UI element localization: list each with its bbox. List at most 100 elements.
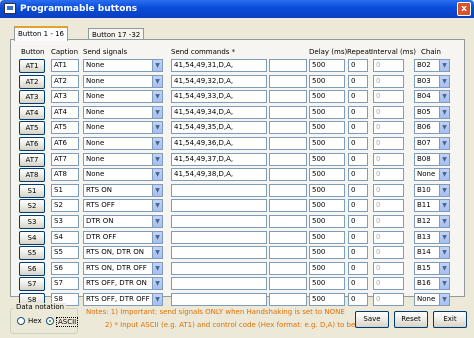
delay-field[interactable]: 500 bbox=[309, 246, 345, 260]
program-button[interactable]: AT8 bbox=[19, 168, 45, 183]
send-signal-select[interactable]: None ▼ bbox=[83, 137, 163, 150]
chevron-down-icon[interactable]: ▼ bbox=[152, 138, 162, 149]
send-signal-select[interactable]: RTS ON, DTR OFF ▼ bbox=[83, 261, 163, 275]
send-command-field[interactable]: 41,54,49,31,D,A, bbox=[171, 59, 267, 72]
chain-select[interactable]: B07 ▼ bbox=[414, 137, 450, 150]
chain-select[interactable]: B16 ▼ bbox=[414, 277, 450, 291]
chain-select[interactable]: B06 ▼ bbox=[414, 121, 450, 135]
program-button[interactable]: S2 bbox=[19, 199, 45, 214]
send-signal-select[interactable]: None ▼ bbox=[83, 59, 163, 72]
program-button[interactable]: AT7 bbox=[19, 152, 45, 167]
command-extra-field[interactable] bbox=[269, 277, 307, 291]
chevron-down-icon[interactable]: ▼ bbox=[152, 200, 162, 212]
chevron-down-icon[interactable]: ▼ bbox=[439, 106, 449, 118]
chain-select[interactable]: B15 ▼ bbox=[414, 261, 450, 275]
command-extra-field[interactable] bbox=[269, 137, 307, 150]
repeat-field[interactable]: 0 bbox=[348, 121, 368, 135]
chevron-down-icon[interactable]: ▼ bbox=[152, 294, 162, 305]
send-command-field[interactable]: 41,54,49,33,D,A, bbox=[171, 90, 267, 104]
chevron-down-icon[interactable]: ▼ bbox=[439, 60, 449, 71]
program-button[interactable]: AT3 bbox=[19, 90, 45, 105]
chevron-down-icon[interactable]: ▼ bbox=[152, 122, 162, 134]
caption-field[interactable]: AT4 bbox=[51, 105, 79, 119]
chain-select[interactable]: B14 ▼ bbox=[414, 246, 450, 260]
chevron-down-icon[interactable]: ▼ bbox=[439, 294, 449, 305]
chain-select[interactable]: B02 ▼ bbox=[414, 59, 450, 72]
chevron-down-icon[interactable]: ▼ bbox=[439, 247, 449, 259]
delay-field[interactable]: 500 bbox=[309, 261, 345, 275]
ascii-radio-label[interactable]: ASCII bbox=[56, 317, 79, 327]
program-button[interactable]: S4 bbox=[19, 230, 45, 245]
exit-button[interactable]: Exit bbox=[433, 311, 467, 328]
chain-select[interactable]: B03 ▼ bbox=[414, 74, 450, 88]
chevron-down-icon[interactable]: ▼ bbox=[152, 106, 162, 118]
program-button[interactable]: AT5 bbox=[19, 121, 45, 136]
send-signal-select[interactable]: RTS OFF, DTR OFF ▼ bbox=[83, 293, 163, 306]
command-extra-field[interactable] bbox=[269, 215, 307, 228]
chain-select[interactable]: B11 ▼ bbox=[414, 199, 450, 213]
chevron-down-icon[interactable]: ▼ bbox=[152, 247, 162, 259]
chain-select[interactable]: B10 ▼ bbox=[414, 183, 450, 197]
chevron-down-icon[interactable]: ▼ bbox=[152, 60, 162, 71]
chevron-down-icon[interactable]: ▼ bbox=[152, 231, 162, 243]
chevron-down-icon[interactable]: ▼ bbox=[439, 231, 449, 243]
delay-field[interactable]: 500 bbox=[309, 152, 345, 166]
caption-field[interactable]: AT5 bbox=[51, 121, 79, 135]
ascii-radio[interactable] bbox=[46, 317, 54, 325]
send-signal-select[interactable]: None ▼ bbox=[83, 74, 163, 88]
send-signal-select[interactable]: DTR OFF ▼ bbox=[83, 230, 163, 244]
caption-field[interactable]: AT8 bbox=[51, 168, 79, 182]
chevron-down-icon[interactable]: ▼ bbox=[439, 200, 449, 212]
repeat-field[interactable]: 0 bbox=[348, 152, 368, 166]
program-button[interactable]: AT6 bbox=[19, 137, 45, 151]
chain-select[interactable]: B13 ▼ bbox=[414, 230, 450, 244]
send-signal-select[interactable]: RTS OFF ▼ bbox=[83, 199, 163, 213]
chain-select[interactable]: None ▼ bbox=[414, 168, 450, 182]
send-signal-select[interactable]: None ▼ bbox=[83, 105, 163, 119]
delay-field[interactable]: 500 bbox=[309, 59, 345, 72]
caption-field[interactable]: S2 bbox=[51, 199, 79, 213]
caption-field[interactable]: S1 bbox=[51, 183, 79, 197]
chevron-down-icon[interactable]: ▼ bbox=[152, 169, 162, 181]
delay-field[interactable]: 500 bbox=[309, 90, 345, 104]
chain-select[interactable]: B08 ▼ bbox=[414, 152, 450, 166]
chevron-down-icon[interactable]: ▼ bbox=[439, 122, 449, 134]
delay-field[interactable]: 500 bbox=[309, 199, 345, 213]
delay-field[interactable]: 500 bbox=[309, 121, 345, 135]
repeat-field[interactable]: 0 bbox=[348, 246, 368, 260]
chevron-down-icon[interactable]: ▼ bbox=[439, 138, 449, 149]
repeat-field[interactable]: 0 bbox=[348, 199, 368, 213]
send-signal-select[interactable]: None ▼ bbox=[83, 152, 163, 166]
command-extra-field[interactable] bbox=[269, 293, 307, 306]
caption-field[interactable]: S4 bbox=[51, 230, 79, 244]
command-extra-field[interactable] bbox=[269, 246, 307, 260]
close-button[interactable]: x bbox=[457, 2, 471, 16]
hex-radio[interactable] bbox=[17, 317, 25, 325]
send-command-field[interactable]: 41,54,49,34,D,A, bbox=[171, 105, 267, 119]
delay-field[interactable]: 500 bbox=[309, 168, 345, 182]
repeat-field[interactable]: 0 bbox=[348, 261, 368, 275]
repeat-field[interactable]: 0 bbox=[348, 105, 368, 119]
caption-field[interactable]: AT6 bbox=[51, 137, 79, 150]
send-command-field[interactable]: 41,54,49,38,D,A, bbox=[171, 168, 267, 182]
chevron-down-icon[interactable]: ▼ bbox=[439, 278, 449, 290]
send-command-field[interactable]: 41,54,49,36,D,A, bbox=[171, 137, 267, 150]
chevron-down-icon[interactable]: ▼ bbox=[152, 75, 162, 87]
caption-field[interactable]: S6 bbox=[51, 261, 79, 275]
command-extra-field[interactable] bbox=[269, 152, 307, 166]
program-button[interactable]: AT4 bbox=[19, 105, 45, 120]
chevron-down-icon[interactable]: ▼ bbox=[439, 216, 449, 227]
chain-select[interactable]: B12 ▼ bbox=[414, 215, 450, 228]
chain-select[interactable]: B04 ▼ bbox=[414, 90, 450, 104]
chevron-down-icon[interactable]: ▼ bbox=[152, 184, 162, 196]
chevron-down-icon[interactable]: ▼ bbox=[152, 153, 162, 165]
caption-field[interactable]: AT3 bbox=[51, 90, 79, 104]
command-extra-field[interactable] bbox=[269, 199, 307, 213]
send-signal-select[interactable]: RTS ON ▼ bbox=[83, 183, 163, 197]
command-extra-field[interactable] bbox=[269, 105, 307, 119]
reset-button[interactable]: Reset bbox=[394, 311, 428, 328]
program-button[interactable]: S6 bbox=[19, 261, 45, 276]
send-command-field[interactable]: 41,54,49,37,D,A, bbox=[171, 152, 267, 166]
chevron-down-icon[interactable]: ▼ bbox=[439, 169, 449, 181]
tab-button-1-16[interactable]: Button 1 - 16 bbox=[14, 26, 69, 41]
